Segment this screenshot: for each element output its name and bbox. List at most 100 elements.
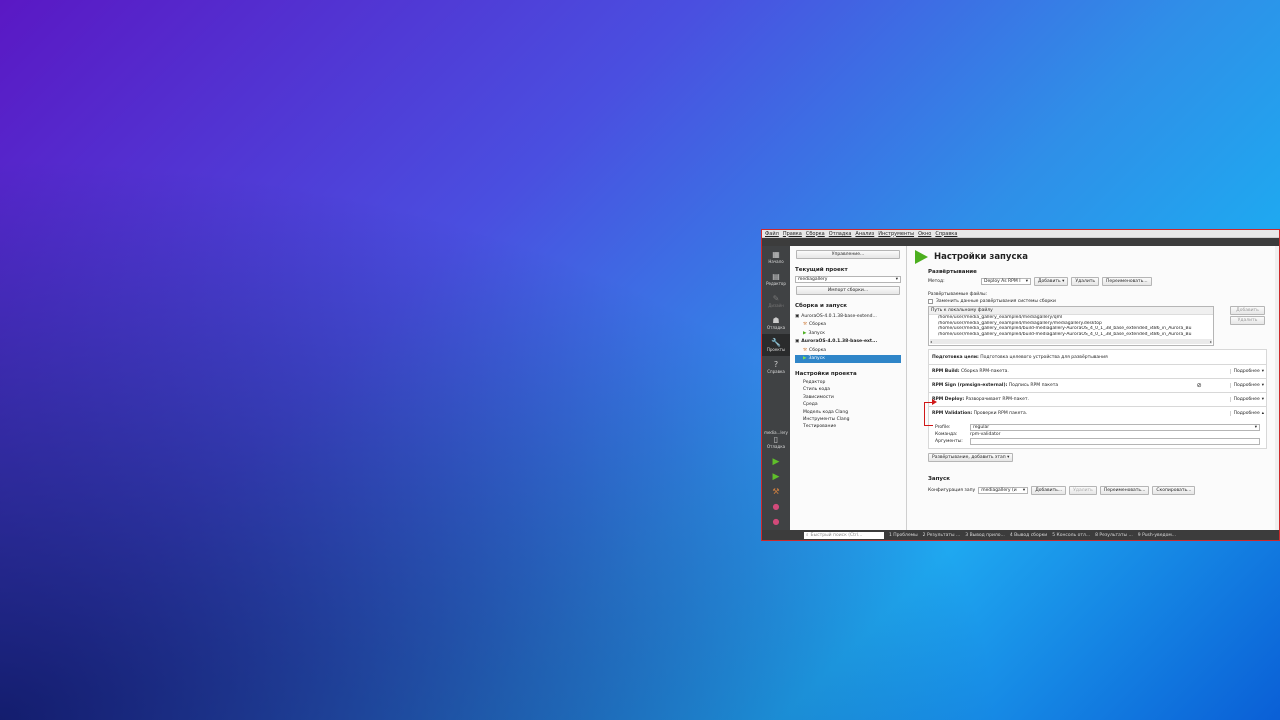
file-remove-button[interactable]: Удалить bbox=[1230, 316, 1265, 325]
run-copy-button[interactable]: Скопировать... bbox=[1152, 486, 1196, 495]
file-row[interactable]: /home/user/media_gallery_example4/build-… bbox=[929, 326, 1213, 332]
output-tab-debug-console[interactable]: 5 Консоль отл... bbox=[1052, 533, 1090, 538]
debug-icon: ☗ bbox=[772, 316, 780, 325]
args-input[interactable] bbox=[970, 438, 1260, 445]
step-details-button[interactable]: Подробнее ▾ bbox=[1229, 369, 1264, 374]
debug-run-button[interactable]: ▶ bbox=[762, 469, 790, 484]
output-tab-app-output[interactable]: 3 Вывод прило... bbox=[965, 533, 1005, 538]
output-tab-results[interactable]: 2 Результаты ... bbox=[923, 533, 961, 538]
mode-editor[interactable]: ▤ Редактор bbox=[762, 268, 790, 290]
manage-button[interactable]: Управление... bbox=[796, 250, 900, 259]
step-desc: Проверки RPM пакета. bbox=[973, 411, 1028, 416]
mode-debug[interactable]: ☗ Отладка bbox=[762, 312, 790, 334]
current-project-combo[interactable]: mediagallery ▾ bbox=[795, 276, 901, 283]
run-remove-button[interactable]: Удалить bbox=[1069, 486, 1097, 495]
settings-testing[interactable]: Тестирование bbox=[795, 424, 901, 431]
disable-step-icon[interactable]: ⊘ bbox=[1197, 382, 1202, 389]
help-icon: ? bbox=[773, 360, 779, 369]
output-tab-push[interactable]: 9 Push-уведом... bbox=[1138, 533, 1176, 538]
details-label: Подробнее bbox=[1233, 369, 1260, 374]
files-area: Путь к локальному файлу /home/user/media… bbox=[928, 306, 1267, 346]
command-value: rpm-validator bbox=[970, 432, 1001, 437]
menu-debug[interactable]: Отладка bbox=[829, 231, 852, 237]
design-icon: ✎ bbox=[772, 294, 780, 303]
validation-details: Profile: regular ▾ Команда: rpm-validator А… bbox=[929, 420, 1266, 448]
kit-build-item[interactable]: ⚒ Сборка bbox=[795, 346, 901, 355]
kit-run-item[interactable]: ▶ Запуск bbox=[795, 329, 901, 338]
menu-build[interactable]: Сборка bbox=[806, 231, 825, 237]
aurora-debug-button[interactable]: ● bbox=[762, 514, 790, 529]
current-project-heading: Текущий проект bbox=[795, 267, 848, 273]
method-row: Метод: Deploy As RPM I ▾ Добавить ▾ Удали… bbox=[928, 277, 1267, 286]
rename-deploy-button[interactable]: Переименовать... bbox=[1102, 277, 1152, 286]
mode-projects[interactable]: 🔧 Проекты bbox=[762, 334, 790, 356]
horizontal-scrollbar[interactable]: ◂ ▸ bbox=[930, 339, 1212, 344]
profile-combo[interactable]: regular ▾ bbox=[970, 424, 1260, 431]
mode-design[interactable]: ✎ Дизайн bbox=[762, 290, 790, 312]
kit-icon: ▣ bbox=[795, 313, 800, 319]
output-tab-build-output[interactable]: 4 Вывод сборки bbox=[1010, 533, 1047, 538]
add-deploy-step-button[interactable]: Развёртывание, добавить этап ▾ bbox=[928, 453, 1014, 462]
deployed-files-table[interactable]: Путь к локальному файлу /home/user/media… bbox=[928, 306, 1214, 346]
import-build-button[interactable]: Импорт сборки... bbox=[796, 286, 900, 295]
kit-item[interactable]: ▣ AuroraOS-4.0.1.38-base-extend... bbox=[795, 312, 901, 321]
step-desc: Подпись RPM пакета bbox=[1008, 383, 1059, 388]
add-deploy-button[interactable]: Добавить ▾ bbox=[1034, 277, 1069, 286]
run-button[interactable]: ▶ bbox=[762, 454, 790, 469]
kit-build-item[interactable]: ⚒ Сборка bbox=[795, 321, 901, 330]
output-tab-problems[interactable]: 1 Проблемы bbox=[889, 533, 918, 538]
menu-help[interactable]: Справка bbox=[935, 231, 957, 237]
settings-code-style[interactable]: Стиль кода bbox=[795, 387, 901, 394]
file-row[interactable]: /home/user/media_gallery_example4/build-… bbox=[929, 332, 1213, 338]
menu-analyze[interactable]: Анализ bbox=[855, 231, 874, 237]
build-button[interactable]: ⚒ bbox=[762, 484, 790, 499]
projects-nav: Управление... Текущий проект mediagaller… bbox=[790, 246, 907, 530]
run-rename-button[interactable]: Переименовать... bbox=[1099, 486, 1150, 495]
command-label: Команда: bbox=[935, 432, 958, 437]
step-prepare-target: Подготовка цели: Подготовка целевого уст… bbox=[929, 350, 1266, 364]
step-rpm-build: RPM Build: Сборка RPM-пакета. Подробнее ▾ bbox=[929, 364, 1266, 378]
profile-value: regular bbox=[973, 425, 990, 430]
kit-label: AuroraOS-4.0.1.38-base-extend... bbox=[801, 313, 877, 319]
chevron-down-icon: ▾ bbox=[1254, 425, 1257, 430]
run-add-button[interactable]: Добавить... bbox=[1031, 486, 1067, 495]
kit-selector[interactable]: media...lery ▯ Отладка bbox=[762, 424, 790, 454]
quick-search-input[interactable]: ⌕ Быстрый поиск (Ctrl... bbox=[804, 531, 884, 539]
wrench-icon: 🔧 bbox=[771, 338, 781, 347]
tree-label: Сборка bbox=[809, 322, 827, 328]
override-checkbox[interactable] bbox=[928, 299, 933, 304]
kit-item[interactable]: ▣ AuroraOS-4.0.1.38-base-ext... bbox=[795, 338, 901, 347]
chevron-up-icon: ▴ bbox=[1261, 411, 1264, 416]
mode-help[interactable]: ? Справка bbox=[762, 356, 790, 378]
menu-file[interactable]: Файл bbox=[765, 231, 779, 237]
step-details-button[interactable]: Подробнее ▾ bbox=[1229, 383, 1264, 388]
run-icon: ▶ bbox=[772, 456, 780, 467]
mode-label: Редактор bbox=[766, 281, 786, 286]
editor-icon: ▤ bbox=[772, 272, 780, 281]
step-details-button[interactable]: Подробнее ▴ bbox=[1229, 411, 1264, 416]
menu-bar: Файл Правка Сборка Отладка Анализ Инстру… bbox=[762, 230, 1279, 238]
kit-run-item-selected[interactable]: ▶ Запуск bbox=[795, 354, 901, 363]
chevron-down-icon: ▾ bbox=[1025, 279, 1028, 284]
run-config-combo[interactable]: mediagallery (и ▾ bbox=[978, 487, 1029, 494]
file-add-button[interactable]: Добавить bbox=[1230, 306, 1265, 315]
method-combo[interactable]: Deploy As RPM I ▾ bbox=[981, 278, 1031, 285]
step-actions: ⊘ Подробнее ▾ bbox=[1197, 382, 1264, 389]
menu-window[interactable]: Окно bbox=[918, 231, 931, 237]
mode-selector: ▦ Начало ▤ Редактор ✎ Дизайн ☗ Отладка 🔧 Прое… bbox=[762, 246, 790, 530]
remove-deploy-button[interactable]: Удалить bbox=[1071, 277, 1100, 286]
mode-label: Справка bbox=[767, 369, 785, 374]
aurora-icon: ● bbox=[772, 517, 780, 526]
menu-edit[interactable]: Правка bbox=[783, 231, 802, 237]
search-icon: ⌕ bbox=[806, 533, 809, 538]
step-name: Подготовка цели: bbox=[932, 354, 979, 360]
settings-environment[interactable]: Среда bbox=[795, 402, 901, 409]
mode-welcome[interactable]: ▦ Начало bbox=[762, 246, 790, 268]
settings-clang-model[interactable]: Модель кода Clang bbox=[795, 410, 901, 417]
args-row: Аргументы: bbox=[935, 438, 1260, 445]
output-tab-test-results[interactable]: 8 Результаты ... bbox=[1095, 533, 1133, 538]
hammer-icon: ⚒ bbox=[772, 487, 780, 496]
step-details-button[interactable]: Подробнее ▾ bbox=[1229, 397, 1264, 402]
menu-tools[interactable]: Инструменты bbox=[878, 231, 914, 237]
aurora-run-button[interactable]: ● bbox=[762, 499, 790, 514]
